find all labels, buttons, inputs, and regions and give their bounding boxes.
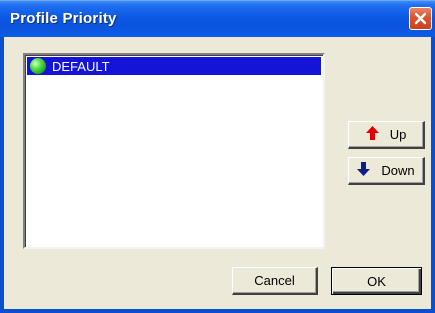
cancel-button-label: Cancel: [254, 273, 295, 288]
close-icon: [414, 12, 427, 25]
up-button[interactable]: Up: [348, 121, 425, 149]
list-item-label: DEFAULT: [52, 58, 110, 74]
arrow-down-icon: [357, 162, 371, 179]
ok-button-label: OK: [367, 273, 386, 289]
arrow-up-icon: [365, 126, 379, 143]
title-bar[interactable]: Profile Priority: [0, 0, 435, 37]
down-button[interactable]: Down: [348, 157, 425, 185]
down-button-label: Down: [381, 163, 415, 178]
window-title: Profile Priority: [10, 10, 117, 27]
profile-list[interactable]: DEFAULT: [23, 53, 325, 249]
up-button-label: Up: [389, 127, 407, 142]
close-button[interactable]: [409, 7, 432, 30]
cancel-button[interactable]: Cancel: [232, 267, 318, 295]
ok-button[interactable]: OK: [331, 267, 422, 295]
green-status-icon: [30, 58, 46, 74]
list-item-default[interactable]: DEFAULT: [27, 57, 321, 75]
